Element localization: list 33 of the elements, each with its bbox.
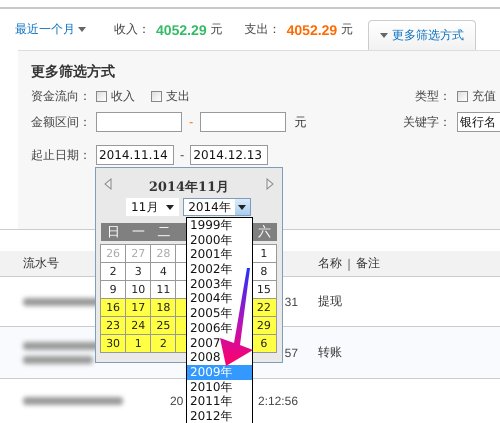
filters-title: 更多筛选方式 bbox=[31, 62, 116, 82]
income-label: 收入： bbox=[114, 21, 150, 38]
checkbox-label: 支出 bbox=[166, 88, 190, 104]
type-label: 类型： bbox=[415, 88, 451, 104]
table-cell: 2:12:56 bbox=[258, 394, 298, 408]
column-header: 名称 bbox=[318, 255, 342, 272]
income-amount: 4052.29 bbox=[156, 22, 207, 38]
table-cell: 转账 bbox=[318, 344, 342, 361]
keyword-label: 关键字： bbox=[403, 114, 451, 130]
range-dash: - bbox=[180, 148, 184, 162]
table-cell: 20 bbox=[170, 394, 184, 408]
weekday-label: 二 bbox=[156, 224, 172, 241]
weekday-label: 六 bbox=[256, 224, 272, 241]
currency-unit: 元 bbox=[210, 21, 223, 38]
expense-label: 支出： bbox=[244, 21, 281, 38]
flow-label: 资金流向： bbox=[31, 88, 92, 104]
table-cell: 31 bbox=[284, 294, 298, 308]
calendar-title: 2014年11月 bbox=[148, 179, 230, 196]
range-dash: - bbox=[189, 115, 194, 129]
weekday-label: 一 bbox=[131, 224, 146, 241]
column-header: 备注 bbox=[356, 255, 380, 272]
date-range-label: 起止日期： bbox=[31, 146, 92, 164]
currency-unit: 元 bbox=[294, 114, 306, 130]
column-header: 流水号 bbox=[23, 255, 59, 272]
table-cell: 提现 bbox=[318, 293, 342, 310]
currency-unit: 元 bbox=[341, 21, 354, 38]
expense-amount: 4052.29 bbox=[286, 22, 338, 38]
weekday-label: 日 bbox=[106, 224, 122, 241]
column-separator: | bbox=[347, 256, 352, 270]
table-cell: 57 bbox=[284, 346, 298, 360]
amount-label: 金额区间： bbox=[31, 114, 92, 130]
checkbox-label: 充值 bbox=[472, 88, 496, 104]
checkbox-label: 收入 bbox=[111, 88, 135, 104]
